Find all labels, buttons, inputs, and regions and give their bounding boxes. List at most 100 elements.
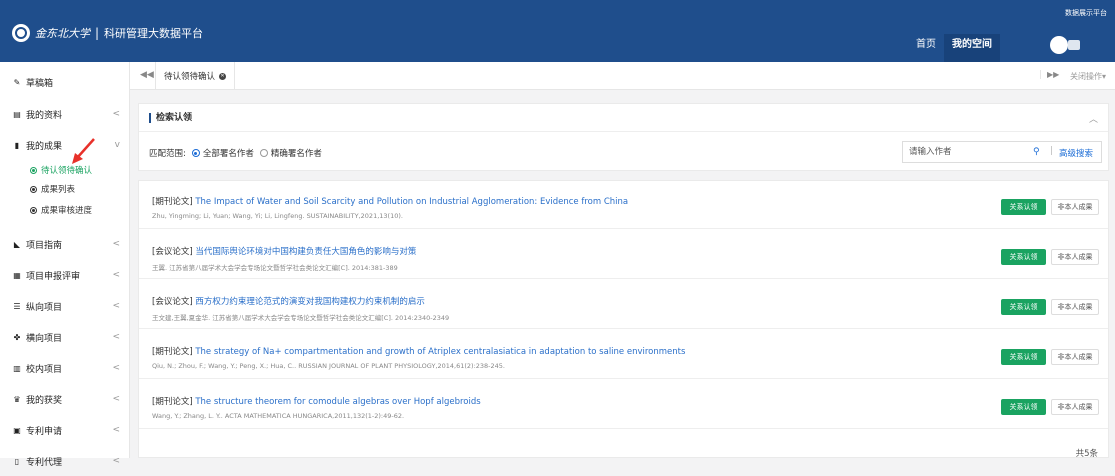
result-title-line: [会议论文] 西方权力约束理论范式的演变对我国构建权力约束机制的启示 [152, 295, 425, 307]
tab-label: 待认领待确认 [164, 72, 216, 82]
not-mine-button[interactable]: 非本人成果 [1051, 349, 1099, 365]
result-type: [会议论文] [152, 247, 193, 257]
result-meta: Qiu, N.; Zhou, F.; Wang, Y.; Peng, X.; H… [152, 362, 505, 370]
result-title-line: [期刊论文] The strategy of Na+ compartmentat… [152, 345, 685, 357]
chevron-left-icon: < [112, 363, 120, 373]
system-title: 科研管理大数据平台 [104, 27, 204, 40]
result-meta: 王翼. 江苏省第八届学术大会学会专场论文暨哲学社会类论文汇编[C]. 2014:… [152, 264, 398, 272]
calendar-icon: ▦ [13, 270, 21, 280]
nav-my-space[interactable]: 我的空间 [944, 34, 1000, 62]
top-header: 金东北大学 | 科研管理大数据平台 数据展示平台 首页 我的空间 [0, 0, 1115, 62]
sidebar-item-label: 草稿箱 [26, 78, 54, 89]
rss-icon: ◣ [13, 239, 21, 249]
radio-all-authors-label[interactable]: 全部署名作者 [203, 147, 254, 159]
not-mine-button[interactable]: 非本人成果 [1051, 299, 1099, 315]
list-item: [期刊论文] The Impact of Water and Soil Scar… [139, 181, 1108, 229]
sidebar-item-project-guide[interactable]: ◣ 项目指南 < [0, 229, 130, 259]
sidebar-item-project-review[interactable]: ▦ 项目申报评审 < [0, 260, 130, 290]
chevron-down-icon: v [114, 140, 120, 150]
result-title-link[interactable]: The strategy of Na+ compartmentation and… [195, 347, 685, 357]
sidebar-item-label: 横向项目 [26, 333, 63, 344]
list-item: [会议论文] 当代国际舆论环境对中国构建负责任大国角色的影响与对策 王翼. 江苏… [139, 231, 1108, 279]
chevron-left-icon: < [112, 301, 120, 311]
sidebar-item-campus-projects[interactable]: ▥ 校内项目 < [0, 353, 130, 383]
claim-button[interactable]: 关系认领 [1001, 349, 1046, 365]
sidebar-item-label: 项目指南 [26, 240, 63, 251]
radio-exact-authors[interactable] [259, 149, 268, 157]
sidebar-item-label: 我的获奖 [26, 395, 63, 406]
result-title-line: [会议论文] 当代国际舆论环境对中国构建负责任大国角色的影响与对策 [152, 245, 416, 257]
bank-icon: ▥ [13, 363, 21, 373]
data-display-link[interactable]: 数据展示平台 [1065, 8, 1107, 18]
nav-home[interactable]: 首页 [908, 34, 944, 62]
result-title-link[interactable]: 当代国际舆论环境对中国构建负责任大国角色的影响与对策 [195, 247, 416, 257]
logo[interactable]: 金东北大学 | 科研管理大数据平台 [12, 21, 203, 45]
sidebar-item-label: 我的成果 [26, 141, 63, 152]
result-title-link[interactable]: The structure theorem for comodule algeb… [195, 397, 480, 407]
chevron-up-icon[interactable]: ︿ [1089, 112, 1098, 125]
sidebar-item-label: 纵向项目 [26, 302, 63, 313]
sidebar-sub-achievement-list[interactable]: 成果列表 [30, 183, 75, 195]
list-item: [期刊论文] The structure theorem for comodul… [139, 381, 1108, 429]
result-title-link[interactable]: The Impact of Water and Soil Scarcity an… [195, 197, 628, 207]
result-type: [期刊论文] [152, 197, 193, 207]
list-item: [会议论文] 西方权力约束理论范式的演变对我国构建权力约束机制的启示 王文建,王… [139, 281, 1108, 329]
tabs-scroll-right-icon[interactable]: ▶▶ [1040, 70, 1059, 79]
result-meta: Wang, Y.; Zhang, L. Y.. ACTA MATHEMATICA… [152, 412, 405, 420]
author-search-box: ⚲ | 高级搜索 [902, 141, 1102, 163]
result-type: [会议论文] [152, 297, 193, 307]
sidebar-item-my-profile[interactable]: ▤ 我的资料 < [0, 99, 130, 129]
sidebar-sub-label: 成果审核进度 [41, 206, 93, 216]
search-separator: | [1050, 146, 1054, 156]
not-mine-button[interactable]: 非本人成果 [1051, 249, 1099, 265]
not-mine-button[interactable]: 非本人成果 [1051, 199, 1099, 215]
tabs-scroll-left-icon[interactable]: ◀◀ [140, 70, 154, 80]
close-tab-icon[interactable]: ✕ [219, 72, 227, 80]
claim-button[interactable]: 关系认领 [1001, 399, 1046, 415]
sidebar-sub-review-progress[interactable]: 成果审核进度 [30, 204, 92, 216]
sidebar-item-label: 项目申报评审 [26, 271, 81, 282]
search-icon[interactable]: ⚲ [1033, 147, 1040, 157]
user-menu[interactable] [1068, 40, 1080, 50]
sidebar-item-label: 专利申请 [26, 426, 63, 437]
sidebar-item-my-awards[interactable]: ♛ 我的获奖 < [0, 384, 130, 414]
tab-bar: ◀◀ 待认领待确认 ✕ ▶▶ 关闭操作▾ [130, 62, 1115, 90]
circle-dot-icon [30, 166, 37, 174]
result-type: [期刊论文] [152, 397, 193, 407]
doc-icon: ▮ [14, 140, 20, 150]
sidebar-item-drafts[interactable]: ✎ 草稿箱 [0, 67, 130, 97]
circle-dot-icon [30, 206, 37, 214]
results-list: [期刊论文] The Impact of Water and Soil Scar… [138, 180, 1109, 459]
avatar[interactable] [1050, 36, 1068, 54]
close-operations-dropdown[interactable]: 关闭操作▾ [1070, 71, 1106, 82]
red-arrow-sidebar-icon [72, 138, 95, 164]
claim-button[interactable]: 关系认领 [1001, 249, 1046, 265]
result-title-link[interactable]: 西方权力约束理论范式的演变对我国构建权力约束机制的启示 [195, 297, 425, 307]
claim-button[interactable]: 关系认领 [1001, 299, 1046, 315]
result-meta: 王文建,王翼,夏金华. 江苏省第八届学术大会学会专场论文暨哲学社会类论文汇编[C… [152, 314, 450, 322]
sidebar-item-vertical-projects[interactable]: ☰ 纵向项目 < [0, 291, 130, 321]
close-operations-label: 关闭操作 [1070, 72, 1102, 81]
match-scope: 匹配范围: 全部署名作者 精确署名作者 [149, 147, 322, 159]
sidebar-item-patent-agency[interactable]: ▯ 专利代理 < [0, 446, 130, 476]
author-input[interactable] [903, 142, 1023, 162]
radio-exact-authors-label[interactable]: 精确署名作者 [271, 147, 322, 159]
claim-button[interactable]: 关系认领 [1001, 199, 1046, 215]
not-mine-button[interactable]: 非本人成果 [1051, 399, 1099, 415]
tab-pending-claim[interactable]: 待认领待确认 ✕ [155, 62, 236, 90]
card-icon: ▤ [13, 109, 21, 119]
sidebar-item-my-achievements[interactable]: ▮ 我的成果 v [0, 130, 130, 160]
sidebar-item-patent-application[interactable]: ▣ 专利申请 < [0, 415, 130, 445]
sidebar: ✎ 草稿箱 ▤ 我的资料 < ▮ 我的成果 v 待认领待确认 成果列表 成果审核… [0, 62, 130, 468]
advanced-search-link[interactable]: 高级搜索 [1059, 147, 1093, 159]
sidebar-item-horizontal-projects[interactable]: ✤ 横向项目 < [0, 322, 130, 352]
total-count: 共5条 [1075, 449, 1098, 459]
share-icon: ✤ [13, 332, 21, 342]
university-seal-icon [12, 24, 30, 42]
sidebar-item-label: 校内项目 [26, 364, 63, 375]
list-icon: ☰ [13, 301, 21, 311]
draft-icon: ✎ [13, 77, 21, 87]
radio-all-authors[interactable] [191, 149, 200, 157]
chevron-left-icon: < [112, 270, 120, 280]
logo-text: 金东北大学 [35, 27, 90, 40]
